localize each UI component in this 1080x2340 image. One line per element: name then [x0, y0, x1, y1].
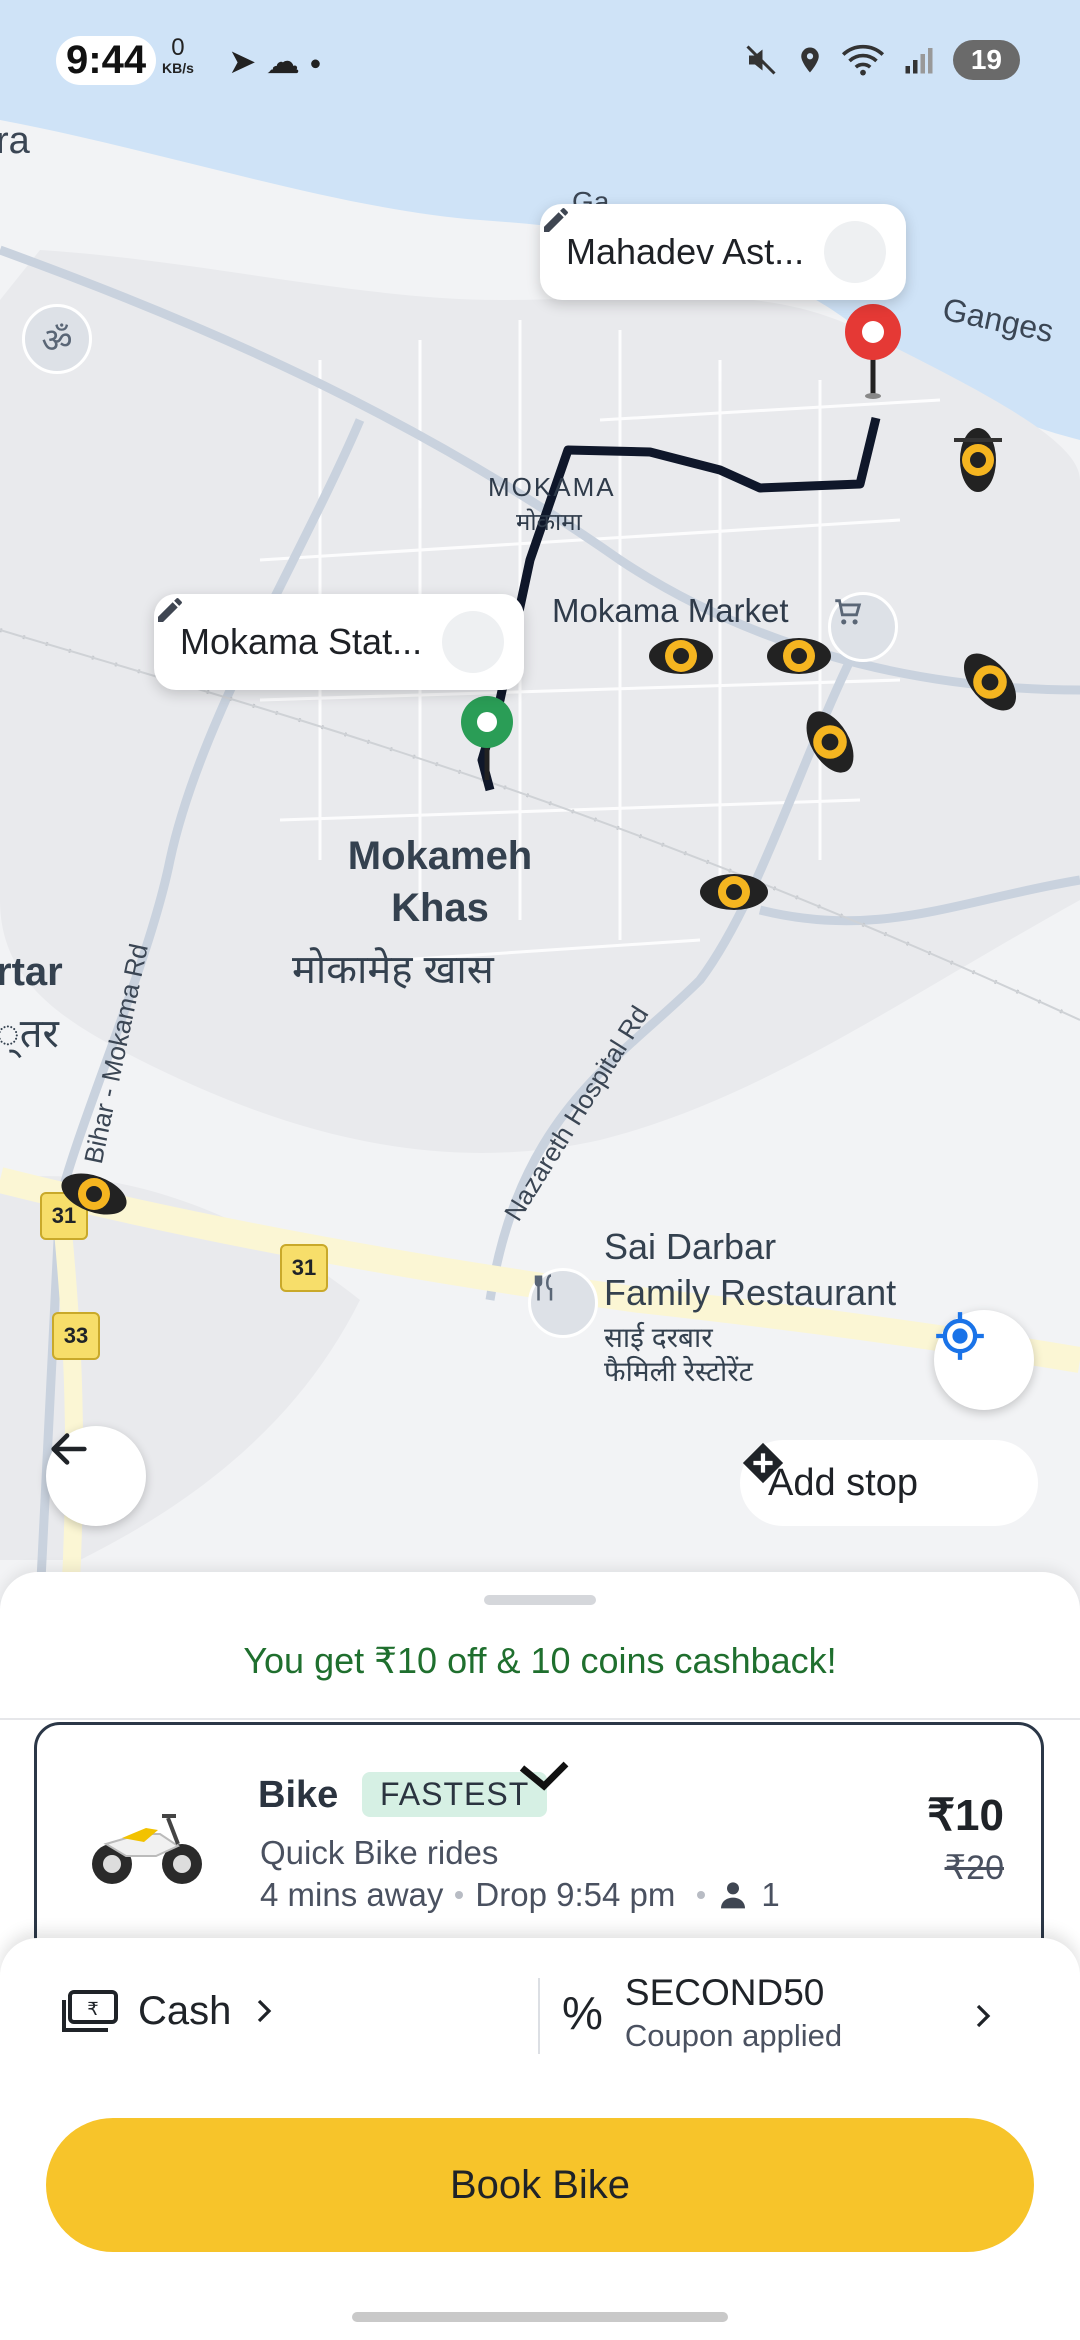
- add-stop-icon: [742, 1442, 784, 1484]
- ride-subtitle: Quick Bike rides: [260, 1834, 499, 1871]
- ride-old-price: ₹20: [944, 1849, 1004, 1887]
- payment-method-label: Cash: [138, 1988, 232, 2033]
- book-bike-button[interactable]: Book Bike: [46, 2118, 1034, 2252]
- ride-meta: 4 mins away Drop 9:54 pm 1: [260, 1876, 780, 1914]
- location-icon: [801, 47, 819, 73]
- crosshair-icon: [936, 1312, 984, 1360]
- map-label-locality: Khas: [391, 886, 489, 930]
- svg-text:₹: ₹: [87, 1999, 98, 2020]
- network-speed-unit: KB/s: [162, 60, 194, 76]
- network-speed: 0 KB/s: [162, 34, 194, 78]
- system-icons: 19: [743, 40, 1020, 80]
- notification-icons: ➤ ☁ ●: [228, 42, 322, 82]
- map-label: ्तर: [0, 1012, 59, 1056]
- status-time: 9:44: [56, 36, 157, 85]
- check-icon: [516, 1756, 572, 1801]
- person-icon: [721, 1882, 746, 1909]
- pencil-icon: [158, 598, 182, 622]
- coupon-status: Coupon applied: [624, 2018, 843, 2053]
- pencil-icon: [544, 208, 568, 232]
- home-indicator[interactable]: [352, 2312, 728, 2322]
- coupon-code: SECOND50: [624, 1972, 825, 2013]
- temple-icon[interactable]: ॐ: [22, 304, 92, 374]
- separator-dot: [455, 1891, 464, 1899]
- highway-shield: 31: [280, 1244, 328, 1292]
- chevron-right-icon[interactable]: [968, 1996, 998, 2041]
- back-button[interactable]: [46, 1426, 146, 1526]
- map-label-locality-hindi: मोकामेह खास: [292, 948, 494, 992]
- map-view[interactable]: ra Ga Ganges MOKAMA मोकामा Mokama Market…: [0, 0, 1080, 1600]
- map-label-poi: Family Restaurant: [604, 1272, 897, 1313]
- edit-drop-button[interactable]: [544, 208, 887, 283]
- payment-method-button[interactable]: ₹ Cash: [60, 1988, 279, 2034]
- pickup-location-pill[interactable]: Mokama Stat...: [154, 594, 525, 690]
- dot-icon: ●: [309, 52, 322, 75]
- map-label-locality: Mokameh: [347, 834, 533, 878]
- map-label: rtar: [0, 950, 63, 994]
- divider: [0, 1718, 1080, 1720]
- separator-dot: [697, 1891, 706, 1899]
- ride-title: Bike: [258, 1774, 339, 1816]
- map-label-poi: Sai Darbar: [604, 1226, 777, 1267]
- ride-seats: 1: [761, 1876, 780, 1913]
- map-label-poi-hindi: साई दरबार: [604, 1322, 713, 1353]
- add-stop-label: Add stop: [768, 1461, 918, 1504]
- wifi-icon: [841, 44, 884, 76]
- edit-pickup-button[interactable]: [158, 598, 505, 673]
- bike-vehicle-icon: [86, 1794, 208, 1897]
- ride-price: ₹10: [927, 1791, 1004, 1840]
- telegram-icon: ➤: [228, 43, 257, 81]
- drop-location-label: Mahadev Ast...: [566, 231, 805, 272]
- ride-drop-time: Drop 9:54 pm: [475, 1876, 676, 1913]
- add-stop-button[interactable]: Add stop: [740, 1440, 1038, 1526]
- promo-banner: You get ₹10 off & 10 coins cashback!: [243, 1640, 837, 1681]
- map-label-town-hindi: मोकामा: [516, 509, 582, 536]
- highway-shield: 33: [52, 1312, 100, 1360]
- signal-icon: [905, 48, 933, 74]
- chevron-right-icon: [258, 1999, 272, 2023]
- sheet-drag-handle[interactable]: [484, 1595, 596, 1605]
- map-label-town: MOKAMA: [488, 472, 616, 502]
- arrow-left-icon: [51, 1433, 87, 1465]
- my-location-button[interactable]: [934, 1310, 1034, 1410]
- map-label-poi-hindi: फैमिली रेस्टोरेंट: [604, 1356, 753, 1387]
- battery-level: 19: [952, 40, 1020, 80]
- pickup-location-label: Mokama Stat...: [180, 621, 423, 662]
- cash-icon: ₹: [62, 1990, 118, 2032]
- cloud-icon: ☁: [265, 43, 300, 81]
- coupon-button[interactable]: % SECOND50 Coupon applied: [562, 1972, 842, 2054]
- percent-icon: %: [562, 1987, 603, 2039]
- restaurant-icon[interactable]: [528, 1268, 598, 1338]
- status-bar: 9:44 0 KB/s ➤ ☁ ● 19: [0, 0, 1080, 120]
- ride-eta: 4 mins away: [260, 1876, 444, 1913]
- map-label: ra: [0, 120, 30, 162]
- book-button-label: Book Bike: [449, 2162, 631, 2207]
- mute-icon: [746, 45, 776, 75]
- drop-location-pill[interactable]: Mahadev Ast...: [540, 204, 907, 300]
- network-speed-value: 0: [171, 34, 185, 61]
- divider: [538, 1978, 540, 2054]
